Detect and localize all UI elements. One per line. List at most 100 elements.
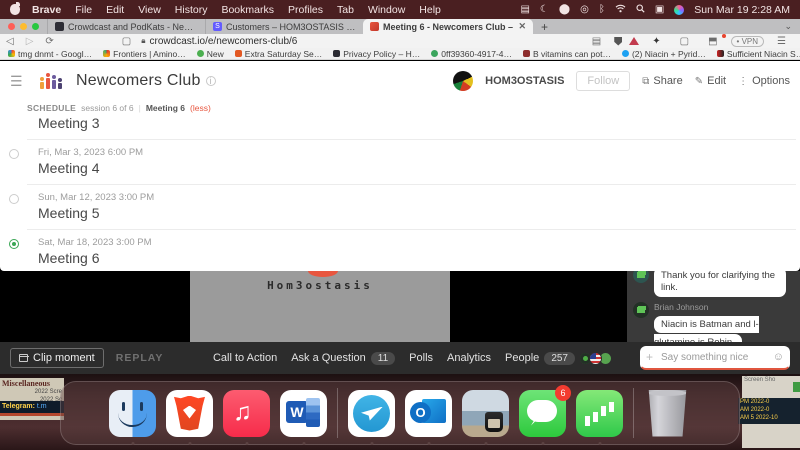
- clip-moment-button[interactable]: Clip moment: [10, 348, 104, 368]
- menu-app-name[interactable]: Brave: [32, 4, 61, 16]
- bookmark-item[interactable]: New: [196, 49, 224, 59]
- minimize-window-button[interactable]: [20, 23, 27, 30]
- control-center-icon[interactable]: ▣: [655, 4, 664, 15]
- tab-crowdcast-podkats[interactable]: Crowdcast and PodKats - Newcom…: [47, 19, 205, 34]
- menu-view[interactable]: View: [138, 4, 161, 16]
- menu-tab[interactable]: Tab: [337, 4, 354, 16]
- back-icon[interactable]: ◁: [0, 36, 20, 47]
- chat-message: Brian Johnson Niacin is Batman and l-glu…: [633, 301, 794, 342]
- hamburger-menu-icon[interactable]: ☰: [10, 73, 40, 90]
- brave-shields-icon[interactable]: [614, 36, 623, 46]
- preview-dock-icon[interactable]: [462, 389, 509, 445]
- bookmark-item[interactable]: Frontiers | Amino…: [103, 49, 186, 59]
- bookmark-star-icon[interactable]: ✦: [646, 36, 666, 47]
- keyboard-icon[interactable]: ▤: [520, 4, 529, 15]
- trash-dock-icon[interactable]: [648, 389, 687, 437]
- bookmark-item[interactable]: (2) Niacin + Pyrid…: [621, 49, 706, 59]
- tab-tiling-icon[interactable]: ▢: [116, 36, 137, 47]
- session-row-3[interactable]: Meeting 3: [27, 115, 800, 139]
- reader-mode-icon[interactable]: ▤: [586, 36, 607, 47]
- zoom-window-button[interactable]: [32, 23, 39, 30]
- menu-clock[interactable]: Sun Mar 19 2:28 AM: [694, 4, 790, 16]
- chat-input[interactable]: [640, 346, 790, 370]
- bookmark-item[interactable]: Privacy Policy – H…: [333, 49, 420, 59]
- reload-icon[interactable]: ⟳: [39, 36, 59, 47]
- numbers-dock-icon[interactable]: [576, 389, 623, 445]
- brave-dock-icon[interactable]: [166, 389, 213, 445]
- session-radio-selected[interactable]: [9, 239, 19, 249]
- polls-button[interactable]: Polls: [409, 352, 433, 364]
- menu-help[interactable]: Help: [419, 4, 441, 16]
- chat-avatar[interactable]: [633, 271, 649, 283]
- messages-dock-icon[interactable]: 6: [519, 384, 571, 445]
- host-avatar[interactable]: [453, 71, 474, 91]
- people-button[interactable]: People 257: [505, 351, 612, 365]
- event-title: Newcomers Club: [76, 72, 201, 89]
- telegram-dock-icon[interactable]: [348, 389, 395, 445]
- options-button[interactable]: ⋮ Options: [738, 75, 790, 87]
- vpn-button[interactable]: • VPN: [730, 35, 765, 47]
- record-icon[interactable]: ◎: [580, 4, 589, 15]
- bookmark-item[interactable]: tmg dnmt - Googl…: [8, 49, 92, 59]
- tab-overflow-chevron-icon[interactable]: ⌄: [784, 21, 800, 32]
- tab-close-icon[interactable]: ✕: [518, 21, 526, 32]
- tab-meeting6-active[interactable]: Meeting 6 - Newcomers Club – ✕: [363, 19, 533, 34]
- session-row-4[interactable]: Fri, Mar 3, 2023 6:00 PM Meeting 4: [9, 140, 800, 184]
- brave-shield-icon[interactable]: ⬤: [559, 4, 570, 15]
- menu-bookmarks[interactable]: Bookmarks: [221, 4, 274, 16]
- call-to-action-button[interactable]: Call to Action: [213, 352, 277, 364]
- warning-triangle-icon[interactable]: [629, 37, 640, 45]
- music-dock-icon[interactable]: [223, 389, 270, 445]
- host-name[interactable]: HOM3OSTASIS: [485, 75, 564, 87]
- crowdcast-logo-icon[interactable]: [40, 73, 62, 89]
- follow-button[interactable]: Follow: [576, 71, 631, 91]
- tab2-favicon-icon: S: [213, 22, 222, 31]
- menu-window[interactable]: Window: [368, 4, 405, 16]
- url-text[interactable]: crowdcast.io/e/newcomers-club/6: [150, 36, 298, 47]
- watermark-text: Hom3ostasis: [267, 279, 373, 292]
- finder-dock-icon[interactable]: [109, 389, 156, 445]
- host-control-bar: Clip moment REPLAY Call to Action Ask a …: [0, 342, 800, 374]
- bookmark-item[interactable]: Sufficient Niacin S…: [716, 49, 800, 59]
- close-window-button[interactable]: [8, 23, 15, 30]
- url-field[interactable]: ▢ 🔒︎ crowdcast.io/e/newcomers-club/6: [116, 35, 586, 47]
- collapse-toggle[interactable]: (less): [190, 103, 211, 113]
- share-button[interactable]: ⧉ Share: [642, 75, 683, 87]
- forward-icon[interactable]: ▷: [20, 36, 40, 47]
- analytics-button[interactable]: Analytics: [447, 352, 491, 364]
- chat-avatar[interactable]: [633, 301, 649, 318]
- session-radio[interactable]: [9, 149, 19, 159]
- apple-icon[interactable]: [10, 2, 20, 15]
- word-dock-icon[interactable]: [280, 389, 327, 445]
- people-count-badge: 257: [544, 351, 575, 365]
- bluetooth-icon[interactable]: ᛒ: [599, 4, 605, 15]
- outlook-dock-icon[interactable]: [405, 389, 452, 445]
- siri-icon[interactable]: [674, 4, 685, 15]
- edit-button[interactable]: ✎ Edit: [695, 75, 726, 87]
- menu-file[interactable]: File: [75, 4, 92, 16]
- dots-vertical-icon: ⋮: [738, 75, 749, 87]
- plus-icon[interactable]: +: [646, 350, 653, 364]
- bookmark-item[interactable]: B vitamins can pot…: [523, 49, 611, 59]
- emoji-icon[interactable]: ☺: [773, 351, 784, 363]
- spotlight-search-icon[interactable]: [636, 3, 645, 16]
- video-stage[interactable]: Hom3ostasis: [0, 271, 627, 342]
- chat-message: Thank you for clarifying the link.: [633, 271, 794, 297]
- menu-profiles[interactable]: Profiles: [288, 4, 323, 16]
- wifi-icon[interactable]: [615, 4, 626, 16]
- info-icon[interactable]: i: [205, 76, 216, 86]
- ask-a-question-button[interactable]: Ask a Question 11: [291, 351, 396, 365]
- menu-edit[interactable]: Edit: [106, 4, 124, 16]
- session-row-5[interactable]: Sun, Mar 12, 2023 3:00 PM Meeting 5: [9, 185, 800, 229]
- sidebar-icon[interactable]: ▢: [674, 36, 695, 47]
- menu-history[interactable]: History: [175, 4, 208, 16]
- bookmark-item[interactable]: 0ff39360-4917-4…: [431, 49, 512, 59]
- bookmark-item[interactable]: Extra Saturday Se…: [234, 49, 322, 59]
- moon-icon[interactable]: ☾: [540, 4, 549, 15]
- desktop-strip: Miscellaneous 2022 Scre 2022 Sc 2022- Te…: [0, 374, 800, 450]
- share-page-icon[interactable]: ⬒: [702, 33, 727, 47]
- session-radio[interactable]: [9, 194, 19, 204]
- browser-menu-icon[interactable]: ☰: [771, 36, 792, 47]
- new-tab-button[interactable]: +: [533, 20, 556, 34]
- tab-customers-stripe[interactable]: S Customers – HOM3OSTASIS by 1 P…: [205, 19, 363, 34]
